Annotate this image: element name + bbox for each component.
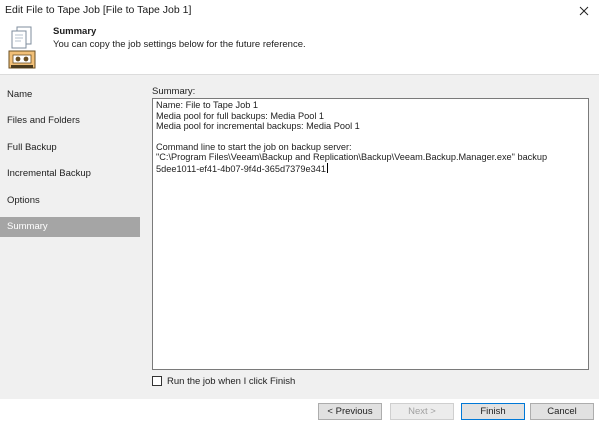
run-job-checkbox-label[interactable]: Run the job when I click Finish — [167, 376, 295, 387]
summary-line-with-caret: 5dee1011-ef41-4b07-9f4d-365d7379e341 — [156, 162, 588, 174]
window-title: Edit File to Tape Job [File to Tape Job … — [5, 4, 192, 16]
summary-line: Command line to start the job on backup … — [156, 141, 352, 152]
page-description: You can copy the job settings below for … — [53, 39, 306, 50]
summary-line: "C:\Program Files\Veeam\Backup and Repli… — [156, 152, 548, 162]
summary-line: 5dee1011-ef41-4b07-9f4d-365d7379e341 — [156, 163, 326, 174]
run-job-checkbox[interactable] — [152, 376, 162, 386]
wizard-header: Summary You can copy the job settings be… — [0, 22, 599, 74]
page-heading: Summary — [53, 26, 97, 37]
step-name[interactable]: Name — [0, 85, 140, 105]
cancel-button[interactable]: Cancel — [530, 403, 594, 420]
summary-textbox[interactable]: Name: File to Tape Job 1 Media pool for … — [152, 98, 589, 370]
tape-job-icon — [8, 26, 36, 69]
summary-line: Media pool for full backups: Media Pool … — [156, 110, 325, 121]
wizard-footer: < Previous Next > Finish Cancel — [0, 399, 599, 426]
text-caret — [326, 162, 328, 173]
close-button[interactable] — [569, 0, 599, 22]
summary-line: Name: File to Tape Job 1 — [156, 100, 258, 110]
next-button[interactable]: Next > — [390, 403, 454, 420]
title-bar: Edit File to Tape Job [File to Tape Job … — [0, 0, 599, 22]
summary-line: Media pool for incremental backups: Medi… — [156, 121, 360, 131]
step-options[interactable]: Options — [0, 191, 140, 211]
steps-sidebar: Name Files and Folders Full Backup Incre… — [0, 75, 142, 400]
step-files-and-folders[interactable]: Files and Folders — [0, 111, 140, 131]
run-job-checkbox-row[interactable]: Run the job when I click Finish — [152, 374, 295, 388]
step-incremental-backup[interactable]: Incremental Backup — [0, 164, 140, 184]
summary-label: Summary: — [152, 86, 196, 97]
finish-button[interactable]: Finish — [461, 403, 525, 420]
wizard-body: Name Files and Folders Full Backup Incre… — [0, 74, 599, 400]
previous-button[interactable]: < Previous — [318, 403, 382, 420]
step-summary[interactable]: Summary — [0, 217, 140, 237]
summary-blank-line — [156, 132, 588, 142]
step-full-backup[interactable]: Full Backup — [0, 138, 140, 158]
close-icon — [579, 6, 589, 16]
